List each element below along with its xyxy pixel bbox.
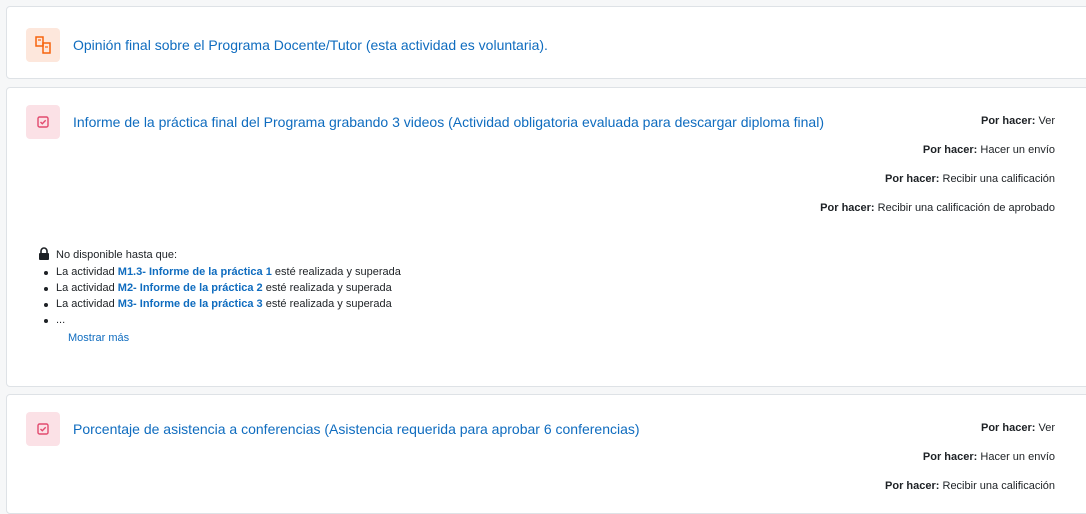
restriction-text: esté realizada y superada [265,298,392,310]
restriction-text: La actividad [56,298,115,310]
restriction-text: esté realizada y superada [274,266,401,278]
completion-status: Por hacer: Ver [981,115,1055,127]
assignment-icon [26,105,60,139]
completion-text: Recibir una calificación [942,173,1056,185]
availability-restriction: No disponible hasta que: La actividad M1… [38,247,401,344]
completion-prefix: Por hacer: [981,422,1036,434]
restriction-activity-link[interactable]: M3- Informe de la práctica 3 [118,298,263,310]
completion-prefix: Por hacer: [885,173,940,185]
completion-prefix: Por hacer: [981,115,1036,127]
restriction-text: La actividad [56,282,115,294]
completion-prefix: Por hacer: [922,451,978,463]
completion-status: Por hacer: Recibir una calificación [885,173,1055,185]
completion-text: Hacer un envío [980,451,1055,463]
completion-text: Ver [1038,115,1055,127]
restriction-item-ellipsis: ... [44,312,401,328]
completion-text: Recibir una calificación de aprobado [877,202,1055,214]
restriction-header: No disponible hasta que: [56,249,178,261]
activity-title-link[interactable]: Opinión final sobre el Programa Docente/… [73,37,548,53]
completion-status: Por hacer: Hacer un envío [923,451,1055,463]
restriction-item: La actividad M3- Informe de la práctica … [44,296,401,312]
lock-icon [38,247,50,263]
completion-text: Recibir una calificación [942,480,1056,492]
completion-text: Ver [1038,422,1055,434]
completion-prefix: Por hacer: [885,480,940,492]
restriction-activity-link[interactable]: M2- Informe de la práctica 2 [118,282,263,294]
restriction-text: La actividad [56,266,115,278]
activity-title-link[interactable]: Informe de la práctica final del Program… [73,114,824,130]
activity-title-link[interactable]: Porcentaje de asistencia a conferencias … [73,421,640,437]
restriction-activity-link[interactable]: M1.3- Informe de la práctica 1 [118,266,272,278]
completion-prefix: Por hacer: [820,202,875,214]
completion-status: Por hacer: Ver [981,422,1055,434]
feedback-icon [26,28,60,62]
completion-prefix: Por hacer: [922,144,978,156]
restriction-item: La actividad M2- Informe de la práctica … [44,280,401,296]
completion-status: Por hacer: Recibir una calificación de a… [820,202,1055,214]
completion-status: Por hacer: Hacer un envío [923,144,1055,156]
completion-text: Hacer un envío [980,144,1055,156]
restriction-item: La actividad M1.3- Informe de la práctic… [44,264,401,280]
activity-card-assignment: Informe de la práctica final del Program… [6,87,1086,387]
activity-card-assignment: Porcentaje de asistencia a conferencias … [6,394,1086,514]
assignment-icon [26,412,60,446]
show-more-link[interactable]: Mostrar más [68,332,401,344]
completion-status: Por hacer: Recibir una calificación [885,480,1055,492]
activity-card-feedback: Opinión final sobre el Programa Docente/… [6,6,1086,79]
restriction-text: esté realizada y superada [265,282,392,294]
